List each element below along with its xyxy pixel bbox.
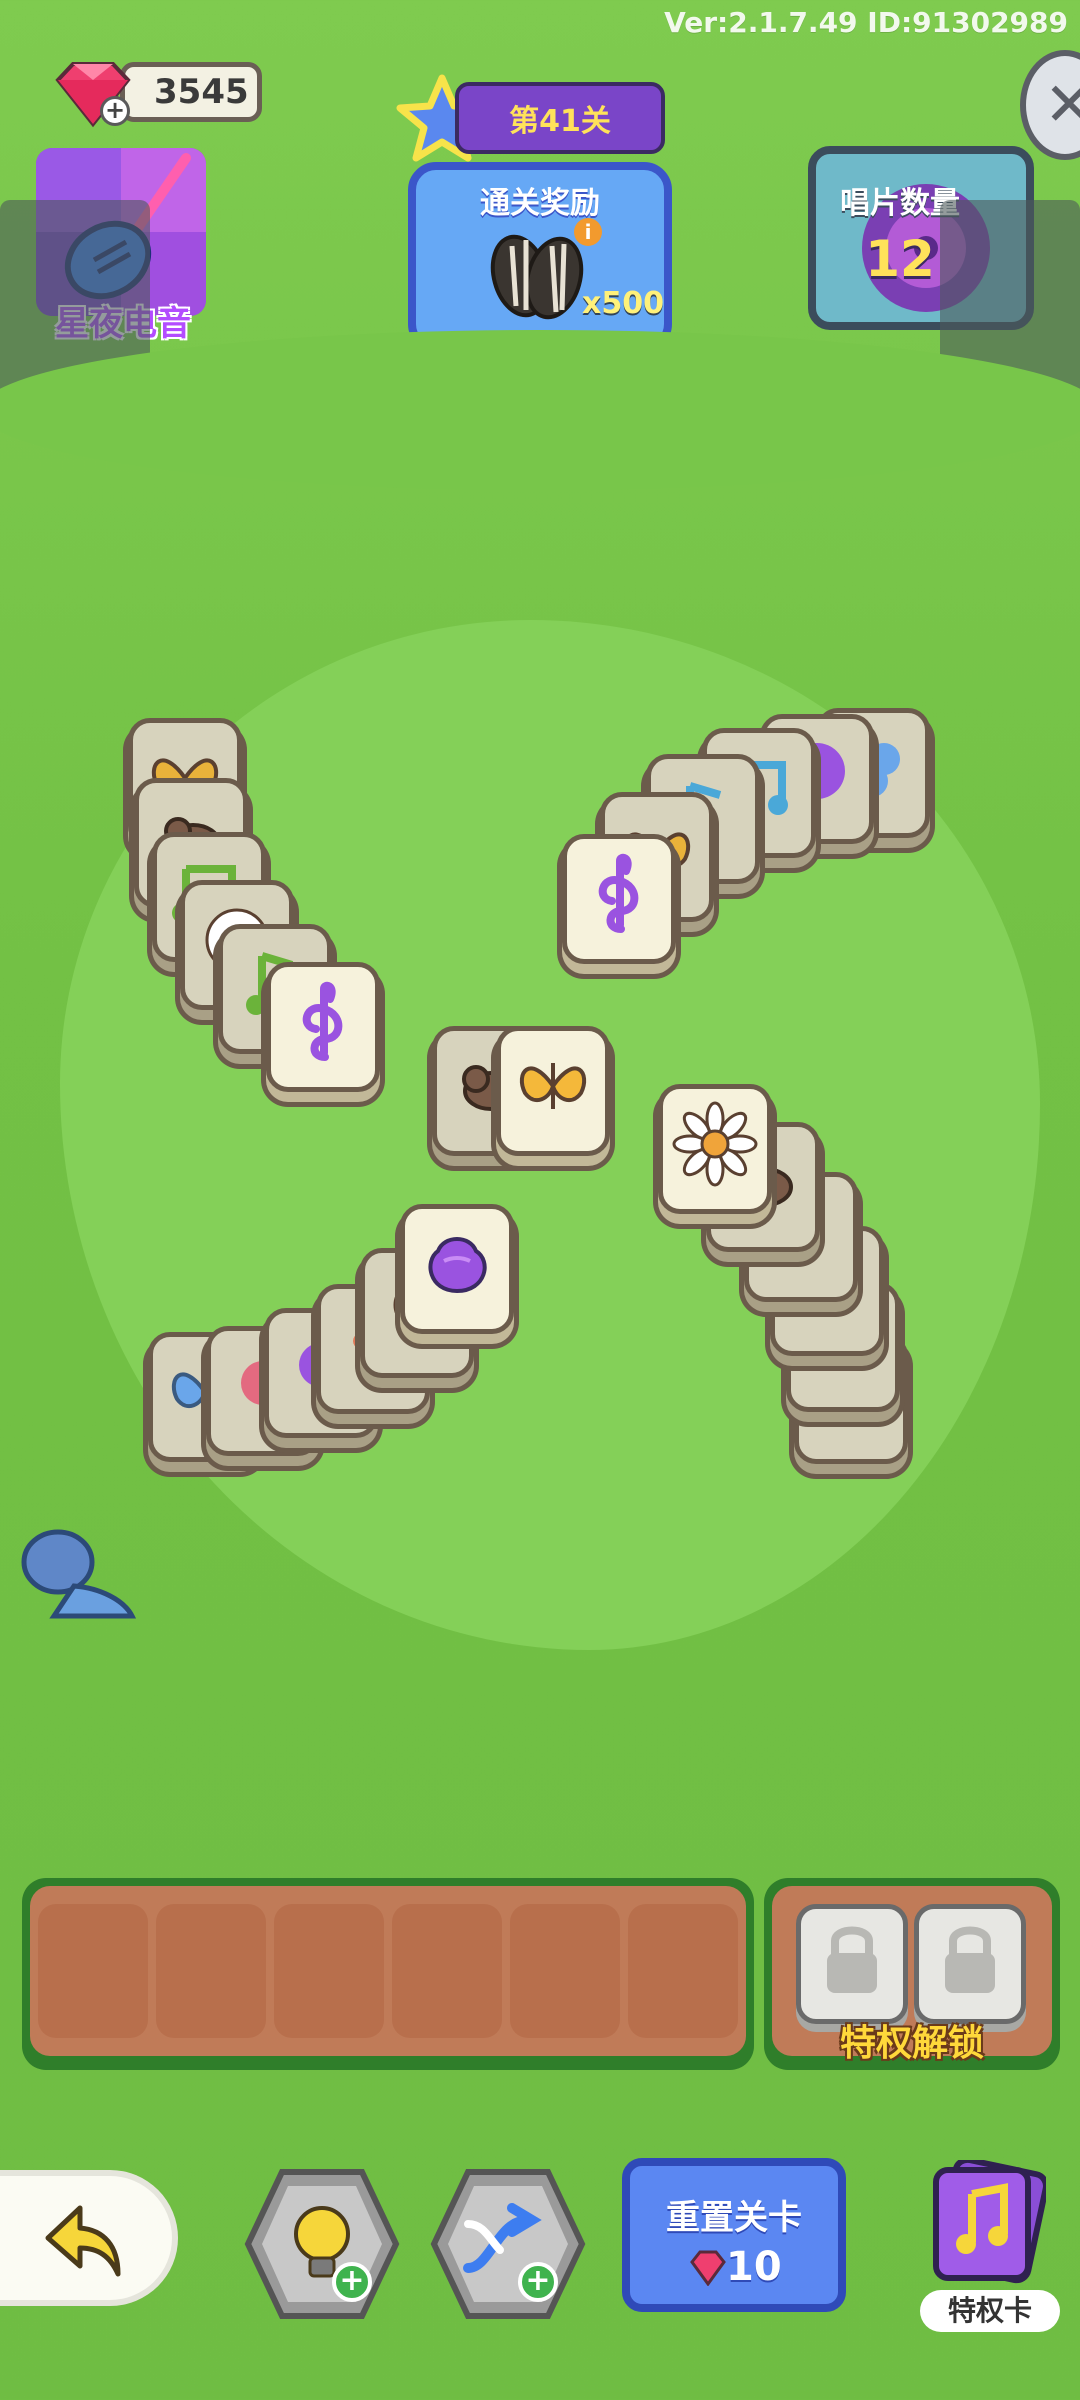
tray-slot bbox=[510, 1904, 620, 2038]
purple-flower-icon bbox=[428, 1237, 487, 1294]
reward-title: 通关奖励 bbox=[480, 186, 600, 221]
sunflower-seeds-icon bbox=[490, 234, 584, 320]
tray-slot bbox=[274, 1904, 384, 2038]
vip-card-button[interactable] bbox=[928, 2160, 1046, 2286]
vip-unlock-label: 特权解锁 bbox=[839, 2023, 984, 2064]
butterfly-icon bbox=[519, 1063, 587, 1109]
info-icon[interactable]: i bbox=[574, 218, 602, 246]
grass-ridge bbox=[0, 330, 1080, 490]
tray-slot bbox=[38, 1904, 148, 2038]
tile[interactable] bbox=[496, 1026, 610, 1156]
close-button[interactable]: ✕ bbox=[1020, 50, 1080, 160]
level-number: 第41关 bbox=[509, 104, 611, 139]
locked-slot[interactable] bbox=[914, 1904, 1026, 2024]
records-count: 12 bbox=[865, 230, 935, 288]
lightbulb-icon bbox=[294, 2206, 350, 2262]
undo-button[interactable] bbox=[0, 2170, 178, 2306]
treble-clef-icon bbox=[302, 981, 343, 1061]
reset-level-label: 重置关卡 bbox=[666, 2198, 802, 2238]
hint-button[interactable] bbox=[242, 2164, 402, 2324]
lock-icon bbox=[827, 1926, 877, 1993]
add-gems-icon[interactable]: + bbox=[100, 96, 130, 126]
tray-slot bbox=[156, 1904, 266, 2038]
tray-slot bbox=[628, 1904, 738, 2038]
add-hint-icon[interactable]: + bbox=[332, 2262, 372, 2302]
reset-cost: 10 bbox=[726, 2244, 782, 2290]
snail-decoration-icon bbox=[21, 1529, 137, 1619]
tile[interactable] bbox=[562, 834, 676, 964]
daisy-icon bbox=[672, 1101, 758, 1187]
add-shuffle-icon[interactable]: + bbox=[518, 2262, 558, 2302]
tile[interactable] bbox=[658, 1084, 772, 1214]
version-id-label: Ver:2.1.7.49 ID:91302989 bbox=[664, 6, 1068, 39]
vip-card-label: 特权卡 bbox=[920, 2290, 1060, 2332]
treble-clef-icon bbox=[598, 853, 639, 933]
gem-count: 3545 bbox=[154, 72, 249, 112]
close-icon: ✕ bbox=[1044, 70, 1080, 140]
shuffle-button[interactable] bbox=[428, 2164, 588, 2324]
tile[interactable] bbox=[266, 962, 380, 1092]
lock-icon bbox=[945, 1926, 995, 1993]
tile[interactable] bbox=[400, 1204, 514, 1334]
locked-slot[interactable] bbox=[796, 1904, 908, 2024]
gem-icon bbox=[690, 2250, 726, 2286]
reward-count: x500 bbox=[582, 286, 664, 321]
tray-slot bbox=[392, 1904, 502, 2038]
undo-arrow-icon bbox=[45, 2205, 121, 2277]
